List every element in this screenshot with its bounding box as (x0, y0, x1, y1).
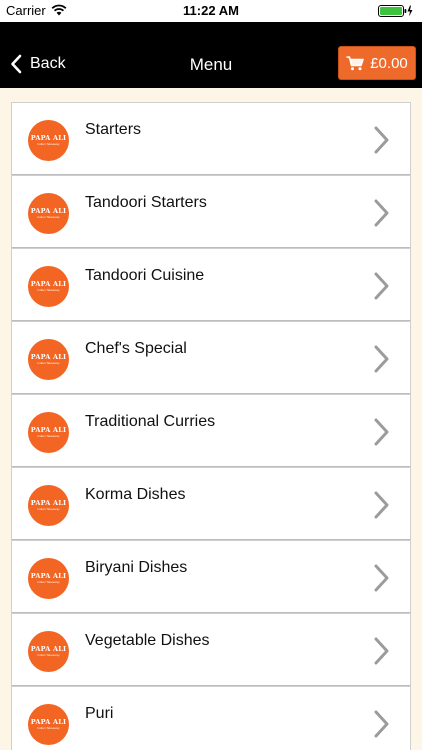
list-item[interactable]: PAPA ALI Indian Takeaway Chef's Special (11, 321, 411, 395)
list-item-label: Tandoori Starters (85, 194, 207, 211)
status-bar: Carrier 11:22 AM (0, 0, 422, 22)
list-item-label: Vegetable Dishes (85, 632, 210, 649)
list-item-label: Tandoori Cuisine (85, 267, 205, 284)
list-item-label: Starters (85, 121, 142, 138)
list-item[interactable]: PAPA ALI Indian Takeaway Vegetable Dishes (11, 613, 411, 687)
logo-tagline: Indian Takeaway (37, 580, 60, 584)
restaurant-logo: PAPA ALI Indian Takeaway (28, 704, 69, 745)
logo-name: PAPA ALI (30, 207, 67, 215)
logo-name: PAPA ALI (30, 499, 67, 507)
logo-name: PAPA ALI (30, 280, 67, 288)
chevron-right-icon (374, 491, 389, 519)
chevron-right-icon (374, 564, 389, 592)
restaurant-logo: PAPA ALI Indian Takeaway (28, 412, 69, 453)
logo-tagline: Indian Takeaway (37, 142, 60, 146)
cart-icon (346, 55, 365, 70)
battery-charging-icon (378, 5, 413, 17)
chevron-right-icon (374, 126, 389, 154)
restaurant-logo: PAPA ALI Indian Takeaway (28, 120, 69, 161)
restaurant-logo: PAPA ALI Indian Takeaway (28, 339, 69, 380)
chevron-right-icon (374, 345, 389, 373)
restaurant-logo: PAPA ALI Indian Takeaway (28, 485, 69, 526)
restaurant-logo: PAPA ALI Indian Takeaway (28, 631, 69, 672)
chevron-right-icon (374, 637, 389, 665)
chevron-right-icon (374, 710, 389, 738)
list-item[interactable]: PAPA ALI Indian Takeaway Biryani Dishes (11, 540, 411, 614)
logo-tagline: Indian Takeaway (37, 507, 60, 511)
list-item-label: Korma Dishes (85, 486, 186, 503)
logo-tagline: Indian Takeaway (37, 434, 60, 438)
list-item-label: Chef's Special (85, 340, 187, 357)
chevron-right-icon (374, 272, 389, 300)
logo-tagline: Indian Takeaway (37, 653, 60, 657)
logo-name: PAPA ALI (30, 718, 67, 726)
logo-tagline: Indian Takeaway (37, 288, 60, 292)
chevron-right-icon (374, 418, 389, 446)
restaurant-logo: PAPA ALI Indian Takeaway (28, 558, 69, 599)
logo-name: PAPA ALI (30, 353, 67, 361)
list-item[interactable]: PAPA ALI Indian Takeaway Tandoori Cuisine (11, 248, 411, 322)
list-item[interactable]: PAPA ALI Indian Takeaway Starters (11, 102, 411, 176)
list-item-label: Traditional Curries (85, 413, 216, 430)
logo-tagline: Indian Takeaway (37, 215, 60, 219)
cart-total: £0.00 (370, 54, 408, 72)
logo-name: PAPA ALI (30, 426, 67, 434)
restaurant-logo: PAPA ALI Indian Takeaway (28, 266, 69, 307)
list-item-label: Puri (85, 705, 114, 722)
clock: 11:22 AM (183, 3, 239, 18)
list-item-label: Biryani Dishes (85, 559, 188, 576)
menu-category-list: PAPA ALI Indian Takeaway Starters PAPA AL… (11, 102, 411, 750)
logo-name: PAPA ALI (30, 572, 67, 580)
logo-name: PAPA ALI (30, 645, 67, 653)
chevron-right-icon (374, 199, 389, 227)
cart-button[interactable]: £0.00 (338, 46, 416, 80)
list-item[interactable]: PAPA ALI Indian Takeaway Korma Dishes (11, 467, 411, 541)
restaurant-logo: PAPA ALI Indian Takeaway (28, 193, 69, 234)
logo-tagline: Indian Takeaway (37, 361, 60, 365)
list-item[interactable]: PAPA ALI Indian Takeaway Puri (11, 686, 411, 750)
list-item[interactable]: PAPA ALI Indian Takeaway Tandoori Starter… (11, 175, 411, 249)
logo-name: PAPA ALI (30, 134, 67, 142)
logo-tagline: Indian Takeaway (37, 726, 60, 730)
list-item[interactable]: PAPA ALI Indian Takeaway Traditional Curr… (11, 394, 411, 468)
